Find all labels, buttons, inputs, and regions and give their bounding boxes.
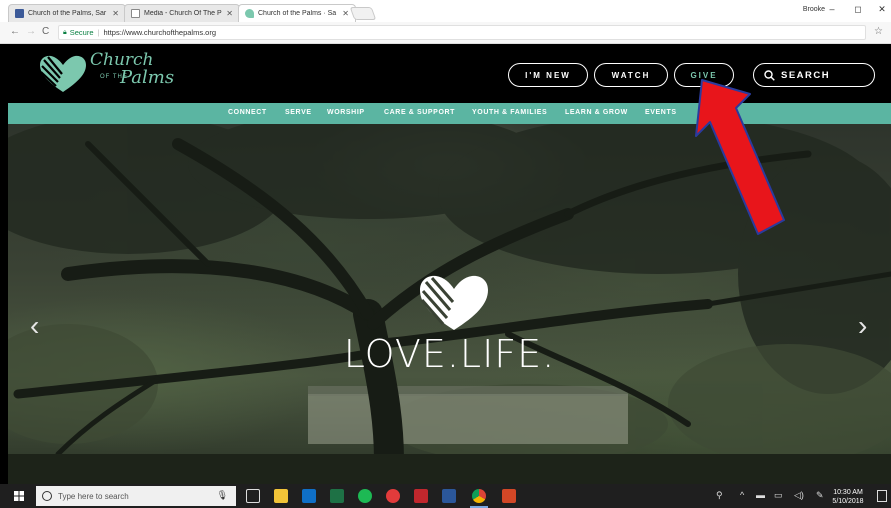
nav-connect[interactable]: CONNECT (228, 109, 267, 116)
excel-icon[interactable] (330, 489, 344, 503)
new-tab-button[interactable] (349, 7, 377, 20)
red-annotation-arrow-icon (695, 79, 785, 235)
tab-title: Church of the Palms, Sar (28, 10, 107, 17)
windows-taskbar: Type here to search 🎙︎ ⚲ ^ ▬ ▭ ◁) ✎ 10:3… (0, 484, 891, 508)
logo-of-the: OF THE (100, 74, 128, 80)
church-logo[interactable]: Church Palms OF THE (38, 50, 198, 98)
maximize-button[interactable]: ◻ (851, 4, 865, 15)
star-icon[interactable]: ☆ (874, 26, 883, 37)
system-clock[interactable]: 10:30 AM 5/10/2018 (827, 488, 869, 506)
back-icon[interactable]: ← (10, 26, 20, 37)
nav-youth-families[interactable]: YOUTH & FAMILIES (472, 109, 547, 116)
logo-line2: Palms (120, 67, 175, 88)
minimize-button[interactable]: – (825, 4, 839, 14)
palm-heart-icon (420, 275, 488, 330)
carousel-next-icon[interactable]: › (858, 310, 867, 342)
reload-icon[interactable]: C (42, 26, 49, 37)
chevron-up-icon[interactable]: ^ (740, 490, 744, 500)
network-icon[interactable]: ▭ (774, 490, 783, 501)
chrome-icon[interactable] (470, 489, 488, 508)
close-window-button[interactable]: ✕ (875, 4, 889, 15)
people-icon[interactable]: ⚲ (716, 490, 723, 501)
word-icon[interactable] (442, 489, 456, 503)
url-text: https://www.churchofthepalms.org (103, 28, 217, 37)
taskbar-search-placeholder: Type here to search (58, 491, 129, 501)
task-view-icon[interactable] (246, 489, 260, 503)
notification-icon[interactable] (877, 490, 887, 502)
outlook-icon[interactable] (302, 489, 316, 503)
clock-time: 10:30 AM (833, 489, 863, 496)
document-icon (131, 9, 140, 18)
hero-title: LOVE.LIFE. (343, 332, 556, 376)
tab-title: Media - Church Of The P (144, 10, 222, 17)
spotify-icon[interactable] (358, 489, 372, 503)
address-toolbar: ← → C 🔒︎ Secure | https://www.churchofth… (0, 22, 891, 44)
nav-events[interactable]: EVENTS (645, 109, 677, 116)
nav-learn-grow[interactable]: LEARN & GROW (565, 109, 628, 116)
lock-icon: 🔒︎ (63, 28, 67, 36)
logo-wordmark: Church Palms (90, 52, 175, 88)
im-new-button[interactable]: I'M NEW (508, 63, 588, 87)
close-icon[interactable]: ✕ (112, 9, 119, 18)
windows-start-icon[interactable] (14, 491, 24, 501)
forward-icon[interactable]: → (26, 26, 36, 37)
profile-name[interactable]: Brooke (803, 6, 825, 13)
tab-church-of-the-palms[interactable]: Church of the Palms · Sa ✕ (238, 4, 356, 22)
taskbar-search-box[interactable]: Type here to search 🎙︎ (36, 486, 236, 506)
acrobat-icon[interactable] (414, 489, 428, 503)
url-separator: | (97, 28, 100, 37)
tab-title: Church of the Palms · Sa (258, 10, 337, 17)
facebook-icon (15, 9, 24, 18)
pen-icon[interactable]: ✎ (816, 490, 824, 501)
palm-heart-icon (40, 55, 86, 92)
volume-icon[interactable]: ◁) (794, 490, 804, 501)
clock-date: 5/10/2018 (832, 498, 864, 505)
battery-icon[interactable]: ▬ (756, 490, 765, 500)
close-icon[interactable]: ✕ (342, 9, 349, 18)
url-bar[interactable]: 🔒︎ Secure | https://www.churchofthepalms… (58, 25, 866, 40)
nav-care-support[interactable]: CARE & SUPPORT (384, 109, 455, 116)
nav-worship[interactable]: WORSHIP (327, 109, 365, 116)
nav-serve[interactable]: SERVE (285, 109, 312, 116)
browser-tab-strip: Church of the Palms, Sar ✕ Media - Churc… (0, 0, 891, 22)
microphone-icon[interactable]: 🎙︎ (217, 490, 228, 501)
secure-label: Secure (69, 28, 94, 37)
tab-facebook[interactable]: Church of the Palms, Sar ✕ (8, 4, 126, 22)
palm-heart-icon (245, 9, 254, 18)
close-icon[interactable]: ✕ (226, 9, 233, 18)
app-icon[interactable] (386, 489, 400, 503)
cortana-icon (42, 491, 52, 501)
carousel-prev-icon[interactable]: ‹ (30, 310, 39, 342)
powerpoint-icon[interactable] (502, 489, 516, 503)
file-explorer-icon[interactable] (274, 489, 288, 503)
tab-media[interactable]: Media - Church Of The P ✕ (124, 4, 240, 22)
watch-button[interactable]: WATCH (594, 63, 668, 87)
